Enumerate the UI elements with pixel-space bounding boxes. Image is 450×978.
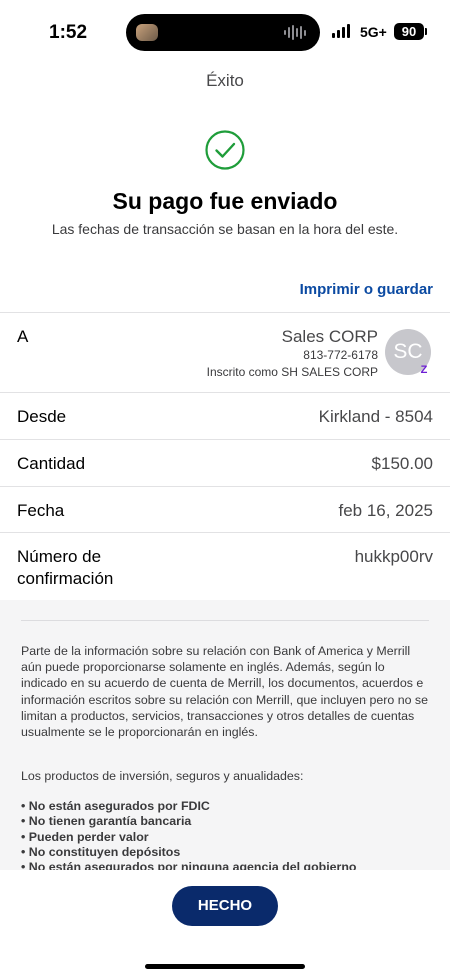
confirmation-row: Número de confirmación hukkp00rv xyxy=(0,532,450,600)
payee-label: A xyxy=(17,327,29,346)
confirmation-number-value: hukkp00rv xyxy=(354,547,433,566)
amount-row: Cantidad $150.00 xyxy=(0,439,450,486)
screen-title: Éxito xyxy=(206,71,244,90)
battery-level: 90 xyxy=(401,24,417,39)
disclosure-bullet: Pueden perder valor xyxy=(21,830,431,845)
status-time: 1:52 xyxy=(49,22,88,43)
from-label: Desde xyxy=(17,407,67,426)
print-or-save-link[interactable]: Imprimir o guardar xyxy=(300,281,433,298)
language-disclosure-text: Parte de la información sobre su relació… xyxy=(21,644,429,740)
zelle-icon: Z xyxy=(420,364,428,376)
from-row: Desde Kirkland - 8504 xyxy=(0,392,450,439)
disclosure-panel[interactable]: Parte de la información sobre su relació… xyxy=(0,600,450,870)
investment-disclosure-list: No están asegurados por FDIC No tienen g… xyxy=(21,799,431,870)
amount-value: $150.00 xyxy=(371,454,433,473)
call-avatar-icon xyxy=(136,24,158,41)
disclosure-bullet: No tienen garantía bancaria xyxy=(21,814,431,829)
home-indicator[interactable] xyxy=(145,964,305,969)
status-bar: 1:52 5G+ 90 xyxy=(0,0,450,62)
disclosure-divider xyxy=(21,620,429,621)
timezone-note: Las fechas de transacción se basan en la… xyxy=(51,221,399,237)
amount-label: Cantidad xyxy=(17,454,86,473)
dynamic-island[interactable] xyxy=(126,14,320,51)
payee-row: A Sales CORP 813-772-6178 Inscrito como … xyxy=(0,312,450,392)
payment-sent-headline: Su pago fue enviado xyxy=(112,188,338,214)
date-row: Fecha feb 16, 2025 xyxy=(0,486,450,532)
battery-tip xyxy=(425,28,427,35)
payee-name: Sales CORP xyxy=(281,327,378,346)
audio-waveform-icon xyxy=(284,24,306,41)
date-value: feb 16, 2025 xyxy=(338,501,433,520)
payee-enrolled-name: Inscrito como SH SALES CORP xyxy=(206,365,378,379)
disclosure-bullet: No están asegurados por FDIC xyxy=(21,799,431,814)
battery-icon: 90 xyxy=(394,23,424,40)
confirmation-label-line2: confirmación xyxy=(17,569,114,588)
disclosure-bullet: No están asegurados por ninguna agencia … xyxy=(21,860,431,870)
cellular-signal-icon xyxy=(332,24,350,38)
from-account-value: Kirkland - 8504 xyxy=(318,407,433,426)
success-check-icon xyxy=(205,130,245,170)
payee-phone: 813-772-6178 xyxy=(303,348,378,362)
done-button[interactable]: HECHO xyxy=(172,886,278,926)
date-label: Fecha xyxy=(17,501,65,520)
confirmation-label-line1: Número de xyxy=(17,547,102,566)
disclosure-bullet: No constituyen depósitos xyxy=(21,845,431,860)
investment-disclosure-heading: Los productos de inversión, seguros y an… xyxy=(21,769,304,783)
network-type: 5G+ xyxy=(360,24,387,40)
